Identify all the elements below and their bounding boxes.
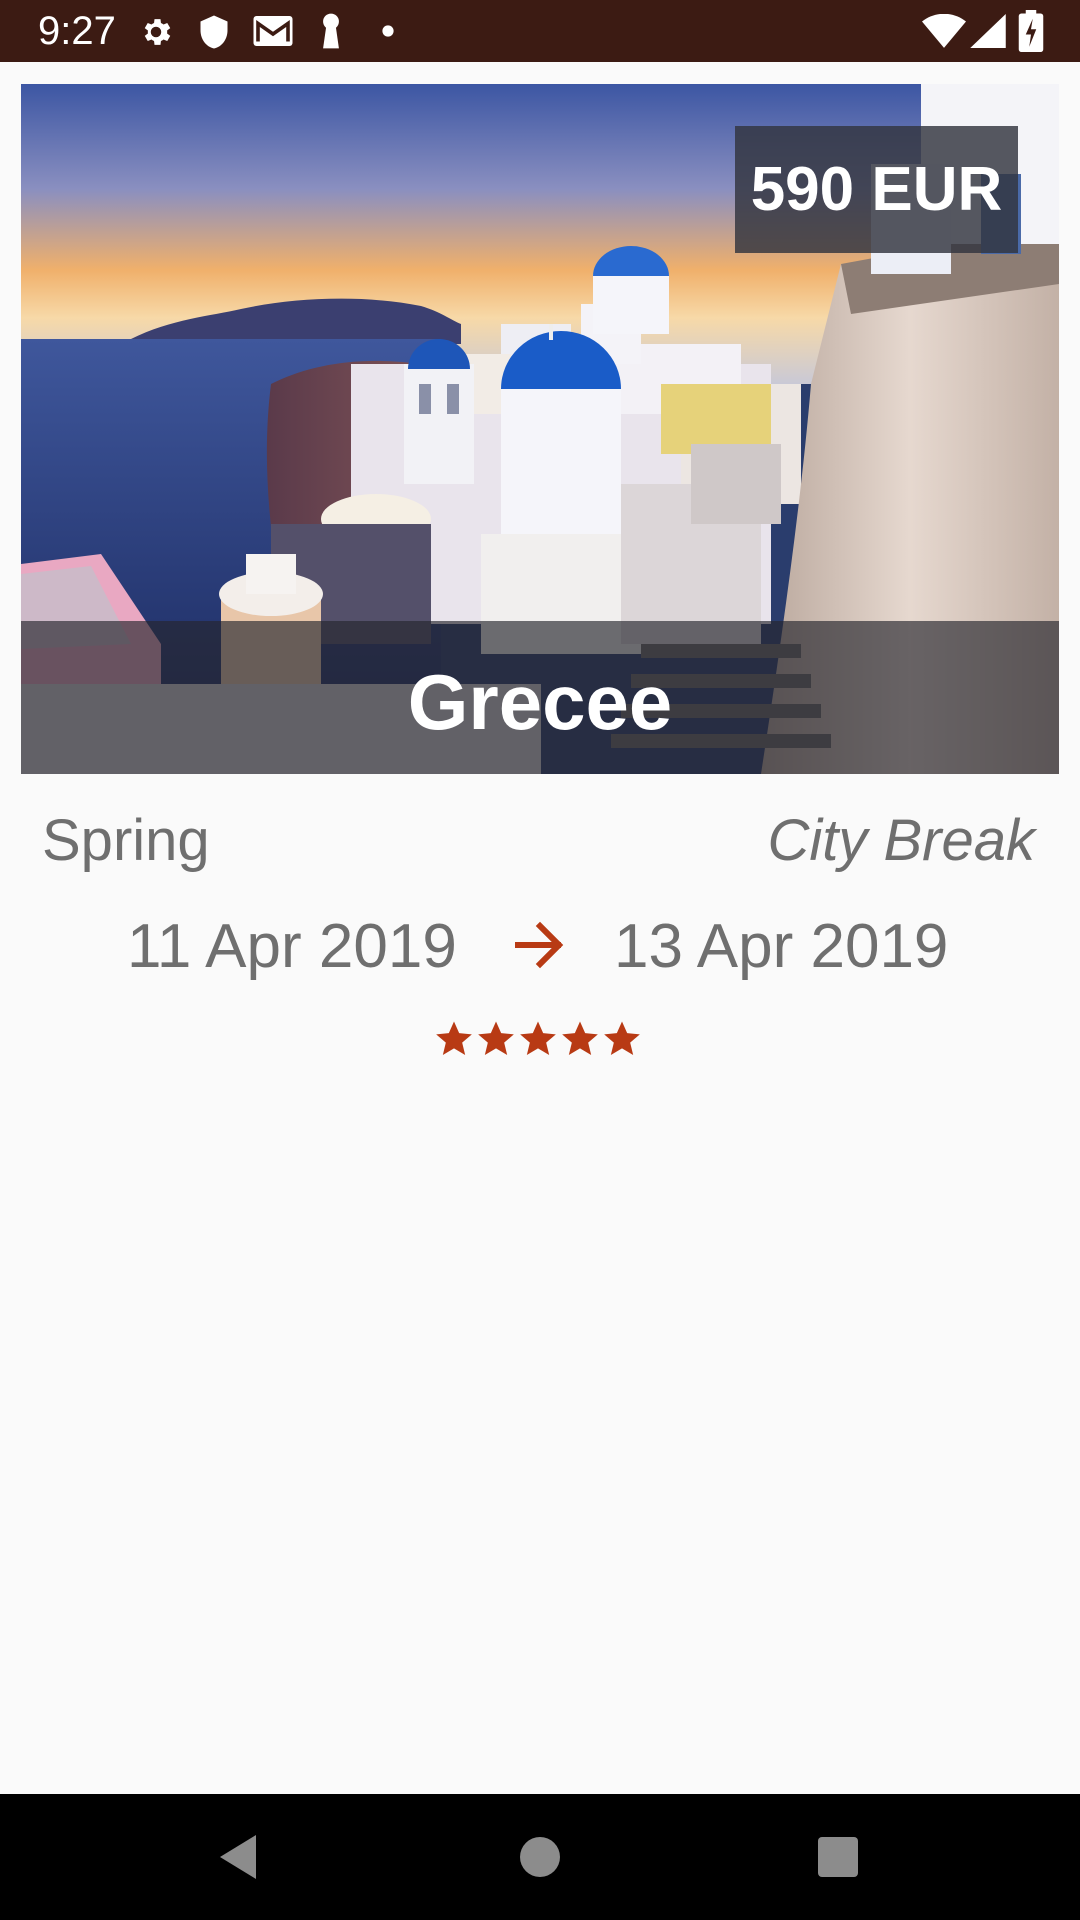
- price-badge: 590 EUR: [735, 126, 1018, 253]
- battery-icon: [1018, 10, 1044, 52]
- navigation-bar: [0, 1794, 1080, 1920]
- back-icon[interactable]: [208, 1827, 268, 1887]
- start-date: 11 Apr 2019: [127, 912, 457, 981]
- star-icon: [436, 1021, 472, 1055]
- trip-type: City Break: [767, 808, 1035, 873]
- end-date: 13 Apr 2019: [614, 912, 949, 981]
- dot-icon: [382, 25, 394, 37]
- settings-icon: [144, 19, 171, 45]
- wifi-icon: [922, 14, 966, 48]
- status-bar: 9:27: [0, 0, 1080, 62]
- star-icon: [478, 1021, 514, 1055]
- arrow-right-icon: [515, 921, 564, 969]
- recents-icon[interactable]: [808, 1827, 868, 1887]
- destination-title: Grecee: [407, 658, 673, 746]
- destination-title-band: Grecee: [21, 621, 1059, 774]
- trip-card[interactable]: 590 EUR Grecee: [21, 84, 1059, 774]
- status-time: 9:27: [38, 9, 116, 53]
- cell-signal-icon: [970, 14, 1006, 48]
- star-rating: [434, 1019, 642, 1059]
- star-icon: [562, 1021, 598, 1055]
- trip-season: Spring: [42, 808, 210, 873]
- star-icon: [604, 1021, 640, 1055]
- keyhole-icon: [323, 13, 339, 49]
- gmail-icon: [253, 16, 293, 46]
- home-icon[interactable]: [510, 1827, 570, 1887]
- shield-icon: [200, 15, 228, 49]
- star-icon: [520, 1021, 556, 1055]
